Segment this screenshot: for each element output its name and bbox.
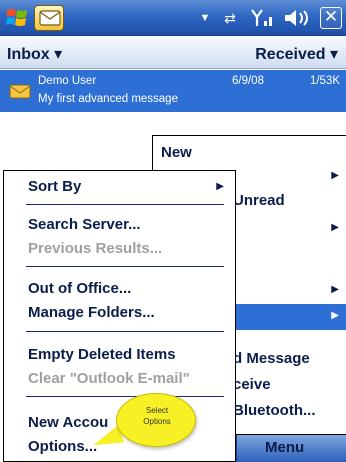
title-bar: ▼ ⇄ ✕ <box>0 0 346 36</box>
close-button[interactable]: ✕ <box>320 7 342 29</box>
submenu-arrow-icon: ▶ <box>331 284 339 295</box>
menu-item-search-server[interactable]: Search Server... <box>4 213 234 237</box>
menu-item-manage-folders[interactable]: Manage Folders... <box>4 301 234 325</box>
softkey-bar: Menu <box>236 435 346 462</box>
menu-item-clear-outlook: Clear "Outlook E-mail" <box>4 367 234 391</box>
sort-selector[interactable]: Received ▾ <box>255 44 338 64</box>
outlook-envelope-icon[interactable] <box>34 5 64 31</box>
menu-item-label: Unread <box>233 192 285 209</box>
menu-item-sort-by[interactable]: Sort By ▶ <box>4 175 234 199</box>
list-header: Inbox ▾ Received ▾ <box>0 36 346 69</box>
submenu-arrow-icon: ▶ <box>331 310 339 321</box>
menu-item-label: d Message <box>233 350 310 367</box>
menu-item-previous-results: Previous Results... <box>4 237 234 261</box>
connectivity-icon[interactable]: ⇄ <box>218 7 242 29</box>
menu-separator <box>26 396 224 397</box>
signal-icon[interactable] <box>250 7 276 29</box>
menu-item-label: Sort By <box>28 178 82 195</box>
volume-icon[interactable] <box>282 7 312 29</box>
folder-selector[interactable]: Inbox ▾ <box>7 44 62 64</box>
menu-separator <box>26 331 224 332</box>
message-row[interactable]: Demo User 6/9/08 1/53K My first advanced… <box>0 70 346 112</box>
submenu-arrow-icon: ▶ <box>331 222 339 233</box>
submenu-arrow-icon: ▶ <box>216 181 224 192</box>
menu-item-label: New Accou <box>28 414 109 431</box>
message-size: 1/53K <box>309 75 340 87</box>
callout-text-line2: Options <box>143 417 171 426</box>
menu-item-new[interactable]: New <box>153 140 346 166</box>
message-date: 6/9/08 <box>232 75 264 87</box>
menu-item-label: Search Server... <box>28 216 141 233</box>
menu-item-label: Out of Office... <box>28 280 132 297</box>
menu-item-label: Clear "Outlook E-mail" <box>28 370 190 387</box>
message-from: Demo User <box>38 75 97 87</box>
menu-item-out-of-office[interactable]: Out of Office... <box>4 277 234 301</box>
menu-softkey[interactable]: Menu <box>265 439 304 456</box>
submenu-arrow-icon: ▶ <box>331 170 339 181</box>
windows-start-icon[interactable] <box>4 5 30 31</box>
dropdown-arrow-icon[interactable]: ▼ <box>198 7 212 29</box>
menu-item-label: Options... <box>28 438 98 455</box>
menu-item-empty-deleted[interactable]: Empty Deleted Items <box>4 343 234 367</box>
menu-item-label: New <box>161 144 192 161</box>
menu-separator <box>26 266 224 267</box>
callout-bubble: Select Options <box>116 393 196 447</box>
message-subject: My first advanced message <box>38 93 178 105</box>
menu-item-label: Previous Results... <box>28 240 163 257</box>
menu-item-label: Manage Folders... <box>28 304 155 321</box>
menu-item-label: Empty Deleted Items <box>28 346 176 363</box>
menu-separator <box>26 204 224 205</box>
callout-text-line1: Select <box>145 406 169 415</box>
menu-item-label: ceive <box>233 376 271 393</box>
menu-item-label: Bluetooth... <box>233 402 316 419</box>
envelope-icon <box>9 82 31 103</box>
